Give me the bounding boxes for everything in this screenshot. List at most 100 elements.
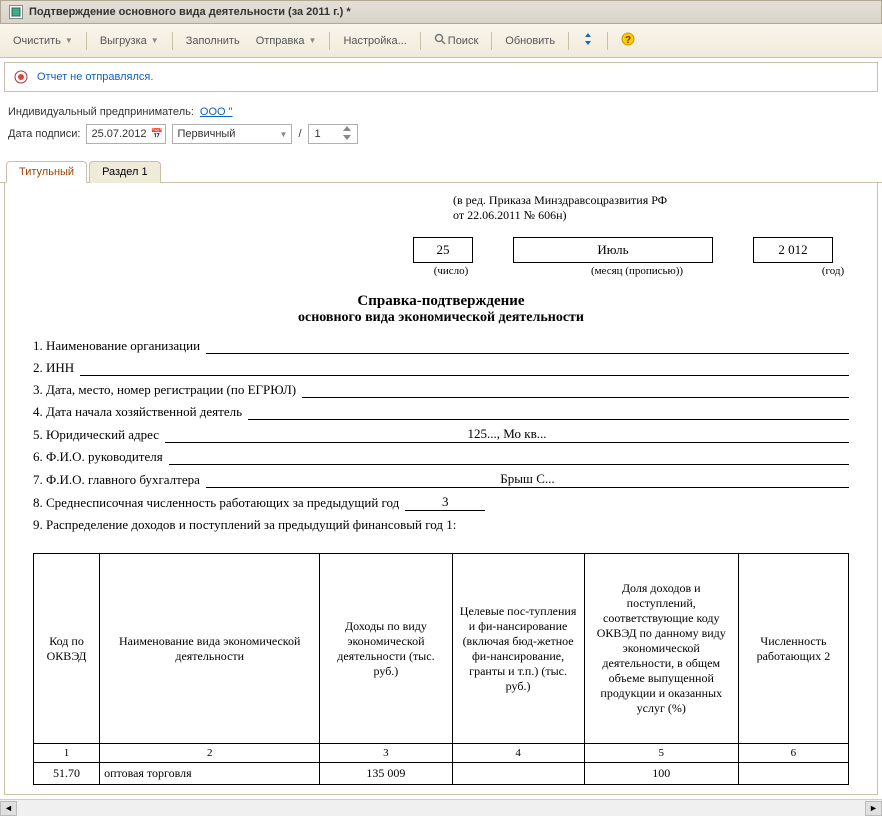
separator — [607, 32, 608, 50]
report-type-select[interactable]: Первичный ▼ — [172, 124, 292, 144]
d-okved: 51.70 — [34, 763, 100, 785]
table-row: 51.70 оптовая торговля 135 009 100 — [34, 763, 849, 785]
table-num-row: 1 2 3 4 5 6 — [34, 744, 849, 763]
updown-button[interactable] — [575, 29, 601, 52]
th-okved: Код по ОКВЭД — [34, 554, 100, 744]
month-label: (месяц (прописью)) — [529, 265, 745, 277]
r3-value — [302, 382, 849, 398]
spin-value: 1 — [315, 128, 321, 140]
separator — [329, 32, 330, 50]
send-button[interactable]: Отправка▼ — [249, 31, 324, 51]
date-value: 25.07.2012 — [91, 128, 146, 140]
n5: 5 — [584, 744, 738, 763]
doc-title1: Справка-подтверждение — [33, 293, 849, 310]
window-title: Подтверждение основного вида деятельност… — [29, 6, 351, 18]
legal-ref: (в ред. Приказа Минздравсоцразвития РФ о… — [453, 193, 849, 223]
search-button[interactable]: Поиск — [427, 29, 485, 52]
r9-label: 9. Распределение доходов и поступлений з… — [33, 517, 456, 533]
th-income: Доходы по виду экономической деятельност… — [320, 554, 452, 744]
day-label: (число) — [413, 265, 489, 277]
status-icon — [13, 69, 29, 85]
horizontal-scrollbar[interactable]: ◄ ► — [0, 799, 882, 816]
separator — [86, 32, 87, 50]
year-label: (год) — [785, 265, 878, 277]
r4-label: 4. Дата начала хозяйственной деятель — [33, 404, 242, 420]
d-count — [738, 763, 848, 785]
ip-link[interactable]: ООО " — [200, 106, 233, 118]
r4-value — [248, 404, 849, 420]
doc-title2: основного вида экономической деятельност… — [33, 310, 849, 326]
d-activity: оптовая торговля — [100, 763, 320, 785]
r8-value: 3 — [405, 494, 485, 511]
updown-icon — [582, 33, 594, 48]
select-value: Первичный — [177, 128, 235, 140]
search-icon — [434, 33, 446, 48]
r3-label: 3. Дата, место, номер регистрации (по ЕГ… — [33, 382, 296, 398]
help-icon: ? — [621, 32, 635, 49]
date-boxes: 25 Июль 2 012 — [413, 237, 849, 263]
chevron-down-icon: ▼ — [65, 36, 73, 45]
separator — [568, 32, 569, 50]
settings-button[interactable]: Настройка... — [336, 31, 413, 51]
table-header-row: Код по ОКВЭД Наименование вида экономиче… — [34, 554, 849, 744]
window-titlebar: Подтверждение основного вида деятельност… — [0, 0, 882, 24]
r2-value — [80, 360, 849, 376]
n4: 4 — [452, 744, 584, 763]
month-box: Июль — [513, 237, 713, 263]
status-text: Отчет не отправлялся. — [37, 71, 153, 83]
tab-bar: Титульный Раздел 1 — [0, 160, 882, 183]
ip-label: Индивидуальный предприниматель: — [8, 106, 194, 118]
separator — [172, 32, 173, 50]
n6: 6 — [738, 744, 848, 763]
document-area[interactable]: (в ред. Приказа Минздравсоцразвития РФ о… — [4, 183, 878, 795]
th-activity: Наименование вида экономической деятельн… — [100, 554, 320, 744]
n1: 1 — [34, 744, 100, 763]
spin-arrows[interactable] — [343, 126, 351, 143]
date-label: Дата подписи: — [8, 128, 80, 140]
chevron-down-icon: ▼ — [151, 36, 159, 45]
number-spin[interactable]: 1 — [308, 124, 358, 144]
n3: 3 — [320, 744, 452, 763]
tab-title[interactable]: Титульный — [6, 161, 87, 183]
d-income: 135 009 — [320, 763, 452, 785]
fill-button[interactable]: Заполнить — [179, 31, 247, 51]
th-funding: Целевые пос-тупления и фи-нансирование (… — [452, 554, 584, 744]
income-table: Код по ОКВЭД Наименование вида экономиче… — [33, 553, 849, 785]
scroll-left-icon[interactable]: ◄ — [0, 801, 17, 816]
date-labels: (число) (месяц (прописью)) (год) — [413, 265, 849, 277]
d-funding — [452, 763, 584, 785]
d-share: 100 — [584, 763, 738, 785]
r6-value — [169, 449, 849, 465]
refresh-button[interactable]: Обновить — [498, 31, 562, 51]
toolbar: Очистить▼ Выгрузка▼ Заполнить Отправка▼ … — [0, 24, 882, 58]
r6-label: 6. Ф.И.О. руководителя — [33, 449, 163, 465]
date-field[interactable]: 25.07.2012 📅 — [86, 124, 166, 144]
n2: 2 — [100, 744, 320, 763]
legal-line1: (в ред. Приказа Минздравсоцразвития РФ — [453, 193, 849, 208]
r1-value — [206, 338, 849, 354]
chevron-down-icon: ▼ — [280, 130, 288, 139]
svg-text:?: ? — [625, 35, 631, 46]
slash: / — [298, 128, 301, 140]
day-box: 25 — [413, 237, 473, 263]
r5-value: 125..., Мо кв... — [165, 426, 849, 443]
r7-label: 7. Ф.И.О. главного бухгалтера — [33, 472, 200, 488]
r2-label: 2. ИНН — [33, 360, 74, 376]
app-icon — [9, 5, 23, 19]
calendar-icon[interactable]: 📅 — [151, 129, 163, 140]
tab-section1[interactable]: Раздел 1 — [89, 161, 161, 183]
r7-value: Брыш С... — [206, 471, 849, 488]
r5-label: 5. Юридический адрес — [33, 427, 159, 443]
scroll-right-icon[interactable]: ► — [865, 801, 882, 816]
year-box: 2 012 — [753, 237, 833, 263]
status-bar: Отчет не отправлялся. — [4, 62, 878, 92]
clear-button[interactable]: Очистить▼ — [6, 31, 80, 51]
legal-line2: от 22.06.2011 № 606н) — [453, 208, 849, 223]
separator — [491, 32, 492, 50]
export-button[interactable]: Выгрузка▼ — [93, 31, 166, 51]
help-button[interactable]: ? — [614, 28, 642, 53]
chevron-down-icon: ▼ — [309, 36, 317, 45]
separator — [420, 32, 421, 50]
r8-label: 8. Среднесписочная численность работающи… — [33, 495, 399, 511]
th-share: Доля доходов и поступлений, соответствую… — [584, 554, 738, 744]
